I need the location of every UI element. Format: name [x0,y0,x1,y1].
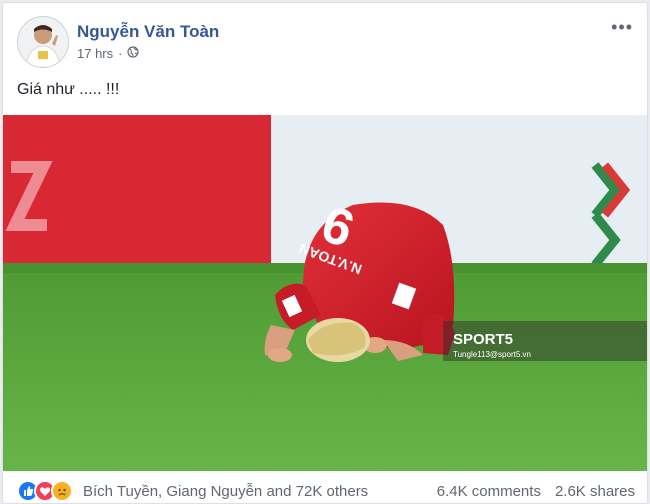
post-time[interactable]: 17 hrs [77,46,113,61]
globe-icon[interactable] [127,46,140,61]
post-meta: 17 hrs · [77,46,140,61]
reactors-summary[interactable]: Bích Tuyền, Giang Nguyễn and 72K others [83,483,368,500]
post-card: Nguyễn Văn Toàn 17 hrs · ••• Giá như ...… [2,2,648,504]
author-name[interactable]: Nguyễn Văn Toàn [77,22,219,42]
post-footer: Bích Tuyền, Giang Nguyễn and 72K others … [3,477,647,503]
comments-count[interactable]: 6.4K comments [437,483,541,500]
avatar-image [18,17,68,67]
watermark-brand: SPORT5 [453,331,513,348]
post-options-button[interactable]: ••• [611,17,633,38]
meta-separator: · [118,46,123,61]
photo-image: 9 N.V.TOAN SPORT5 Tungle113@sport5.vn [3,115,647,471]
sad-icon[interactable] [51,480,73,502]
photo-watermark: SPORT5 Tungle113@sport5.vn [443,321,647,361]
author-avatar[interactable] [17,16,69,68]
reaction-icons[interactable] [17,480,73,502]
shares-count[interactable]: 2.6K shares [555,483,635,500]
post-text: Giá như ..... !!! [17,81,120,98]
post-photo[interactable]: 9 N.V.TOAN SPORT5 Tungle113@sport5.vn [3,115,647,471]
watermark-site: Tungle113@sport5.vn [453,350,531,359]
engagement-counts: 6.4K comments 2.6K shares [437,483,635,500]
